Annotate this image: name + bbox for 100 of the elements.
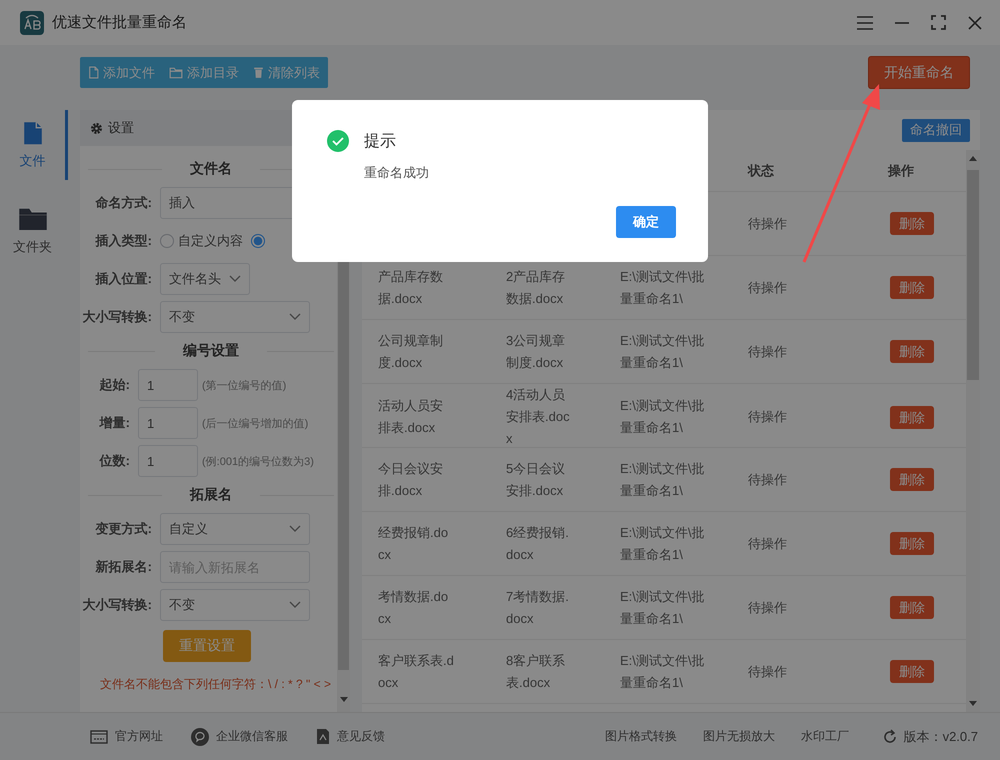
- close-icon[interactable]: [968, 16, 982, 30]
- dialog-title: 提示: [364, 132, 396, 152]
- chevron-down-icon: [229, 275, 241, 283]
- path-cell-text: E:\测试文件\批量重命名1\: [619, 652, 706, 692]
- delete-button[interactable]: 删除: [890, 660, 934, 683]
- field-label: 插入类型:: [94, 232, 153, 250]
- delete-button[interactable]: 删除: [890, 276, 934, 299]
- delete-button[interactable]: 删除: [890, 596, 934, 619]
- file-name-cell-text: 活动人员安排表.docx: [377, 397, 444, 437]
- path-cell-text: E:\测试文件\批量重命名1\: [619, 588, 706, 628]
- hint-text: (例:001的编号位数为3): [202, 454, 314, 468]
- status-cell-text: 待操作: [747, 278, 788, 296]
- status-cell-text: 待操作: [747, 470, 788, 488]
- delete-button[interactable]: 删除: [890, 340, 934, 363]
- status-cell-text: 待操作: [747, 598, 788, 616]
- chevron-down-icon: [289, 525, 301, 533]
- chat-icon: [191, 728, 209, 746]
- new-name-cell-text: 8客户联系表.docx: [505, 652, 566, 692]
- field-label: 位数:: [98, 452, 131, 470]
- toolbar-button[interactable]: 清除列表: [253, 64, 320, 82]
- nav-tab[interactable]: 文件夹: [0, 196, 68, 266]
- fullscreen-icon[interactable]: [931, 15, 946, 30]
- field-label: 增量:: [98, 414, 131, 432]
- chevron-down-icon: [289, 601, 301, 609]
- hint-text: (后一位编号增加的值): [202, 416, 308, 430]
- column-header: 状态: [746, 162, 775, 180]
- undo-rename-button[interactable]: 命名撤回: [902, 118, 970, 142]
- status-cell-text: 待操作: [747, 408, 788, 426]
- footer-link[interactable]: 意见反馈: [316, 728, 385, 745]
- file-name-cell-text: 客户联系表.docx: [377, 652, 455, 692]
- footer-link[interactable]: 图片无损放大: [703, 728, 775, 745]
- number-field[interactable]: 1: [138, 445, 198, 477]
- version-text: 版本：v2.0.7: [904, 728, 978, 746]
- scroll-down-icon[interactable]: [969, 701, 977, 706]
- status-cell-text: 待操作: [747, 342, 788, 360]
- new-name-cell-text: 6经费报销.docx: [505, 524, 570, 564]
- warning-text: 文件名不能包含下列任何字符：\ / : * ? " < >: [100, 676, 332, 693]
- scroll-up-icon[interactable]: [969, 156, 977, 161]
- radio-button[interactable]: [251, 234, 265, 248]
- section-title: 拓展名: [188, 486, 233, 504]
- file-name-cell-text: 考情数据.docx: [377, 588, 450, 628]
- browser-icon: [90, 730, 108, 744]
- new-name-cell-text: 3公司规章制度.docx: [505, 332, 566, 372]
- field-label: 大小写转换:: [82, 596, 153, 614]
- field-label: 变更方式:: [94, 520, 153, 538]
- delete-button[interactable]: 删除: [890, 468, 934, 491]
- field-label: 命名方式:: [94, 194, 153, 212]
- document-icon: [316, 728, 330, 745]
- dropdown[interactable]: 不变: [160, 589, 310, 621]
- footer-link[interactable]: 图片格式转换: [605, 728, 677, 745]
- scroll-down-icon[interactable]: [340, 697, 348, 702]
- toolbar-button[interactable]: 添加文件: [88, 64, 155, 82]
- panel-title: 设置: [108, 119, 134, 137]
- window-title: 优速文件批量重命名: [52, 13, 188, 32]
- dropdown[interactable]: 不变: [160, 301, 310, 333]
- new-name-cell-text: 7考情数据.docx: [505, 588, 570, 628]
- file-name-cell-text: 产品库存数据.docx: [377, 268, 444, 308]
- toolbar-button[interactable]: 添加目录: [169, 64, 239, 82]
- refresh-icon[interactable]: [882, 728, 898, 744]
- path-cell-text: E:\测试文件\批量重命名1\: [619, 397, 706, 437]
- hint-text: (第一位编号的值): [202, 378, 286, 392]
- file-name-cell-text: 今日会议安排.docx: [377, 460, 444, 500]
- dropdown[interactable]: 自定义: [160, 513, 310, 545]
- trash-icon: [253, 66, 264, 79]
- scrollbar[interactable]: [966, 150, 980, 712]
- number-field[interactable]: 1: [138, 369, 198, 401]
- dialog-message: 重命名成功: [364, 164, 430, 182]
- success-check-icon: [327, 130, 349, 152]
- path-cell-text: E:\测试文件\批量重命名1\: [619, 332, 706, 372]
- footer-link[interactable]: 官方网址: [90, 728, 163, 745]
- chevron-down-icon: [289, 313, 301, 321]
- dropdown[interactable]: 文件名头: [160, 263, 250, 295]
- file-icon: [22, 120, 44, 146]
- footer-link[interactable]: 企业微信客服: [191, 728, 288, 746]
- field-label: 插入位置:: [94, 270, 153, 288]
- gear-icon: [90, 122, 103, 134]
- section-title: 文件名: [189, 160, 233, 178]
- file-name-cell-text: 公司规章制度.docx: [377, 332, 444, 372]
- folder-icon: [169, 66, 183, 78]
- menu-icon[interactable]: [857, 16, 873, 30]
- confirm-button[interactable]: 确定: [616, 206, 676, 238]
- status-cell-text: 待操作: [747, 662, 788, 680]
- start-rename-button[interactable]: 开始重命名: [868, 56, 970, 89]
- nav-tab[interactable]: 文件: [0, 110, 68, 180]
- path-cell-text: E:\测试文件\批量重命名1\: [619, 268, 706, 308]
- field-label: 新拓展名:: [94, 558, 153, 576]
- status-cell-text: 待操作: [747, 534, 788, 552]
- path-cell-text: E:\测试文件\批量重命名1\: [619, 460, 706, 500]
- delete-button[interactable]: 删除: [890, 212, 934, 235]
- path-cell-text: E:\测试文件\批量重命名1\: [619, 524, 706, 564]
- footer-link[interactable]: 水印工厂: [801, 728, 849, 745]
- file-icon: [88, 66, 99, 79]
- column-header: 操作: [886, 162, 915, 180]
- delete-button[interactable]: 删除: [890, 532, 934, 555]
- new-name-cell-text: 4活动人员安排表.docx: [505, 386, 571, 448]
- new-name-cell-text: 2产品库存数据.docx: [505, 268, 566, 308]
- number-field[interactable]: 1: [138, 407, 198, 439]
- delete-button[interactable]: 删除: [890, 406, 934, 428]
- app-logo-icon: [20, 10, 44, 34]
- radio-option[interactable]: 自定义内容: [160, 232, 243, 250]
